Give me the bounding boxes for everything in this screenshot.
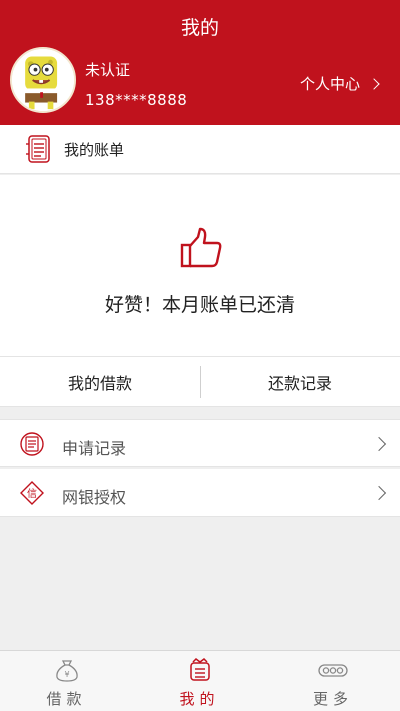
- thumbs-up-icon: [180, 227, 222, 268]
- avatar[interactable]: [10, 47, 76, 113]
- chevron-right-icon: [371, 436, 387, 452]
- profile-icon: [189, 658, 210, 681]
- bill-paid-message: 好赞！本月账单已还清: [104, 294, 295, 316]
- personal-center-label: 个人中心: [300, 75, 361, 93]
- money-bag-icon: ¥: [55, 660, 78, 682]
- user-phone: 138****8888: [85, 91, 188, 109]
- bank-authorization-icon: 信: [20, 481, 44, 505]
- avatar-image: [12, 49, 74, 111]
- bill-section-header: [0, 125, 400, 174]
- tab-more[interactable]: 更多: [266, 650, 400, 711]
- chevron-right-icon: [368, 77, 380, 90]
- personal-center-link[interactable]: 个人中心: [300, 73, 380, 94]
- menu-label-application-records: 申请记录: [62, 439, 127, 458]
- application-record-icon: [20, 432, 44, 456]
- menu-label-bank-authorization: 网银授权: [62, 488, 127, 507]
- tab-label-loans: 借款: [46, 690, 87, 708]
- tab-mine[interactable]: 我的: [133, 650, 266, 711]
- svg-text:¥: ¥: [64, 670, 69, 679]
- verification-status: 未认证: [85, 61, 131, 79]
- bill-section-title: 我的账单: [64, 141, 125, 159]
- chevron-right-icon: [371, 485, 387, 501]
- my-loans-button[interactable]: 我的借款: [0, 356, 200, 407]
- bill-icon: [26, 135, 50, 163]
- menu-item-application-records[interactable]: 申请记录: [0, 419, 400, 467]
- page-title: 我的: [180, 17, 219, 39]
- svg-text:信: 信: [27, 488, 37, 500]
- tab-label-mine: 我的: [179, 690, 220, 708]
- more-icon: [318, 664, 348, 677]
- tab-loans[interactable]: ¥ 借款: [0, 650, 133, 711]
- tab-label-more: 更多: [312, 690, 353, 708]
- menu-item-bank-authorization[interactable]: 信 网银授权: [0, 469, 400, 517]
- repayment-records-button[interactable]: 还款记录: [200, 356, 400, 407]
